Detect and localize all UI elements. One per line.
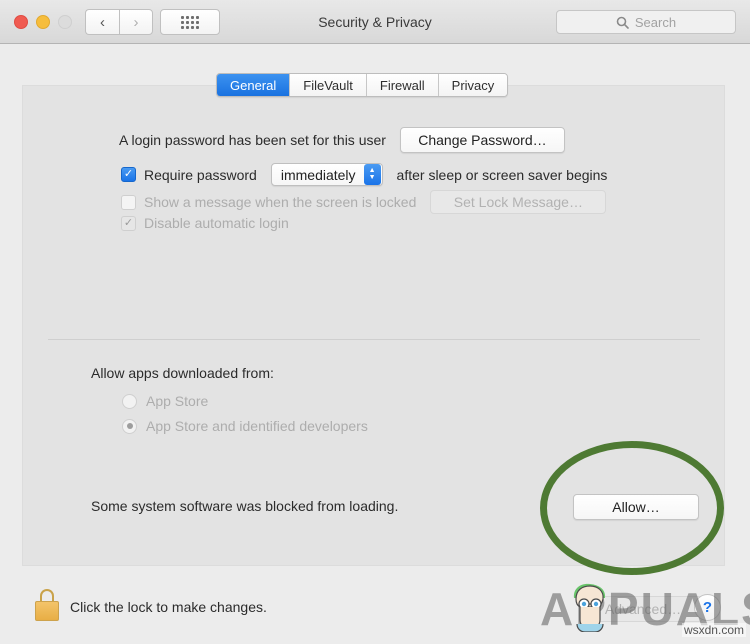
require-password-delay-select[interactable]: immediately ▲ ▼ [270, 163, 383, 186]
radio-identified-developers[interactable] [122, 418, 137, 434]
section-divider [48, 339, 700, 340]
disable-auto-login-checkbox[interactable]: ✓ [121, 215, 136, 231]
window-titlebar: ‹ › Security & Privacy Search [0, 0, 750, 44]
blocked-software-message: Some system software was blocked from lo… [91, 498, 399, 514]
tab-firewall[interactable]: Firewall [366, 74, 439, 96]
require-password-row: ✓ Require password immediately ▲ ▼ after … [121, 163, 607, 186]
allow-apps-heading: Allow apps downloaded from: [91, 365, 274, 381]
lock-closed-icon[interactable] [33, 589, 61, 621]
require-password-checkbox[interactable]: ✓ [121, 167, 136, 182]
blocked-software-message-row: Some system software was blocked from lo… [91, 498, 398, 514]
change-password-button[interactable]: Change Password… [399, 127, 565, 153]
watermark-url: wsxdn.com [681, 623, 746, 637]
require-password-label: Require password [144, 166, 257, 183]
security-privacy-window: ‹ › Security & Privacy Search General Fi… [0, 0, 750, 644]
tab-bar: General FileVault Firewall Privacy [216, 73, 509, 97]
tab-general[interactable]: General [217, 74, 291, 96]
tab-filevault[interactable]: FileVault [290, 74, 367, 96]
radio-app-store[interactable] [122, 393, 137, 409]
chevron-updown-icon: ▲ ▼ [363, 164, 381, 185]
search-icon [616, 16, 629, 29]
allow-apps-option-identified-developers[interactable]: App Store and identified developers [122, 418, 368, 434]
set-lock-message-button[interactable]: Set Lock Message… [430, 190, 607, 214]
lock-message-row: Show a message when the screen is locked… [121, 190, 607, 214]
allow-apps-heading-row: Allow apps downloaded from: [91, 365, 274, 381]
radio-identified-developers-label: App Store and identified developers [146, 418, 368, 434]
tab-privacy[interactable]: Privacy [438, 74, 508, 96]
password-status-label: A login password has been set for this u… [119, 132, 386, 148]
allow-apps-option-app-store[interactable]: App Store [122, 393, 208, 409]
lock-message-checkbox[interactable] [121, 194, 136, 210]
allow-button[interactable]: Allow… [573, 494, 699, 520]
radio-app-store-label: App Store [146, 393, 209, 409]
search-placeholder: Search [634, 14, 677, 30]
disable-auto-login-label: Disable automatic login [144, 215, 289, 231]
lock-hint-text: Click the lock to make changes. [70, 599, 267, 615]
help-button[interactable]: ? [694, 594, 721, 621]
require-password-suffix-label: after sleep or screen saver begins [396, 166, 608, 183]
advanced-button[interactable]: Advanced… [583, 596, 703, 622]
require-password-delay-value: immediately [280, 166, 356, 183]
disable-auto-login-row: ✓ Disable automatic login [121, 215, 289, 231]
lock-message-label: Show a message when the screen is locked [144, 194, 417, 210]
lock-body [35, 601, 59, 621]
search-input[interactable]: Search [556, 10, 736, 34]
password-status-row: A login password has been set for this u… [119, 127, 565, 153]
